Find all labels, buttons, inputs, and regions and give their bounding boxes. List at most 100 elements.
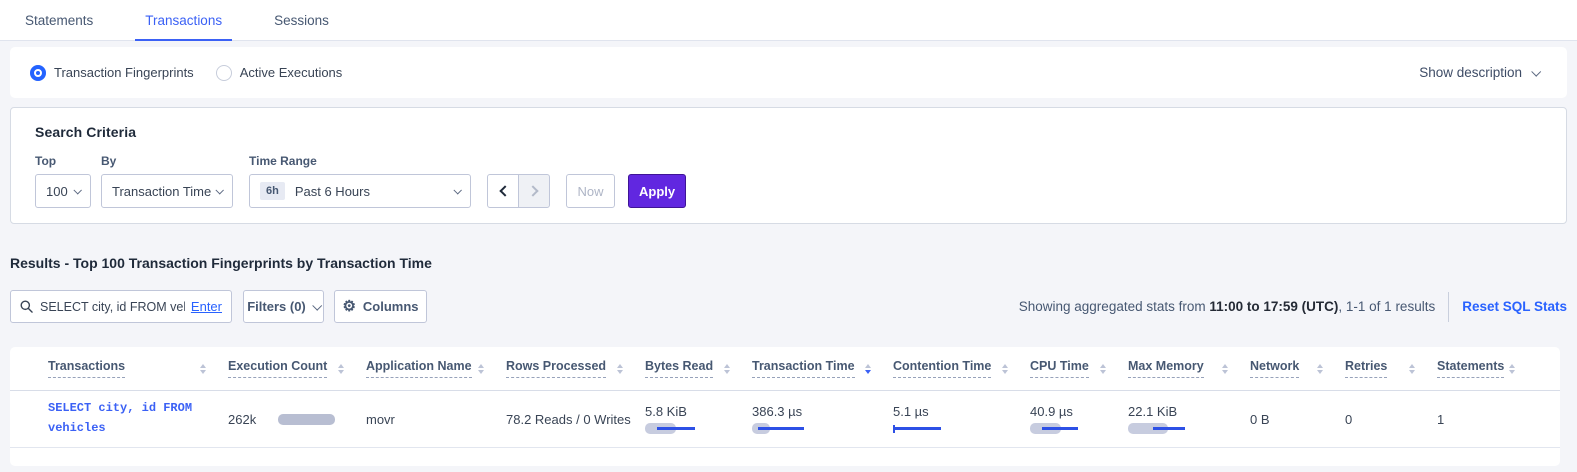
column-header-cpu_time[interactable]: CPU Time	[1030, 359, 1128, 378]
cell-transaction_time: 386.3 µs	[752, 404, 893, 435]
column-header-retries[interactable]: Retries	[1345, 359, 1437, 378]
column-header-bytes_read[interactable]: Bytes Read	[645, 359, 752, 378]
column-header-statements[interactable]: Statements	[1437, 359, 1537, 378]
column-header-label: Application Name	[366, 359, 472, 378]
radio-selected-icon	[30, 65, 46, 81]
search-enter-button[interactable]: Enter	[191, 299, 222, 314]
column-header-execution_count[interactable]: Execution Count	[228, 359, 366, 378]
cell-value: 0 B	[1250, 412, 1323, 427]
sort-icon[interactable]	[1317, 364, 1323, 374]
by-field: By Transaction Time	[101, 154, 233, 208]
sort-icon[interactable]	[200, 364, 206, 374]
column-header-contention_time[interactable]: Contention Time	[893, 359, 1030, 378]
transaction-fingerprint-link[interactable]: SELECT city, id FROMvehicles	[48, 399, 206, 439]
sort-icon[interactable]	[865, 364, 871, 374]
cell-value: 40.9 µs	[1030, 404, 1106, 419]
filters-button-label: Filters (0)	[247, 299, 306, 314]
sort-icon[interactable]	[1222, 364, 1228, 374]
cell-network: 0 B	[1250, 412, 1345, 427]
next-interval-button[interactable]	[518, 174, 550, 208]
sort-up-icon	[865, 364, 871, 368]
column-header-label: Transactions	[48, 359, 125, 378]
sort-up-icon	[617, 364, 623, 368]
sort-down-icon	[1409, 370, 1415, 374]
radio-active-executions[interactable]: Active Executions	[216, 65, 343, 81]
stddev-bar-chart	[893, 423, 1008, 435]
chevron-down-icon	[312, 301, 322, 311]
tab-sessions[interactable]: Sessions	[264, 0, 339, 40]
view-toggle-strip: Transaction Fingerprints Active Executio…	[10, 47, 1567, 98]
time-range-field: Time Range 6h Past 6 Hours	[249, 154, 471, 208]
cell-application_name: movr	[366, 412, 506, 427]
tab-transactions[interactable]: Transactions	[135, 0, 232, 40]
sort-up-icon	[724, 364, 730, 368]
top-label: Top	[35, 154, 91, 168]
sort-icon[interactable]	[478, 364, 484, 374]
column-header-application_name[interactable]: Application Name	[366, 359, 506, 378]
sort-icon[interactable]	[1100, 364, 1106, 374]
sort-icon[interactable]	[338, 364, 344, 374]
stddev-line	[893, 427, 941, 430]
columns-button-label: Columns	[363, 299, 419, 314]
divider	[1448, 292, 1449, 322]
cell-value: 78.2 Reads / 0 Writes	[506, 412, 623, 427]
sort-icon[interactable]	[724, 364, 730, 374]
by-select[interactable]: Transaction Time	[101, 174, 233, 208]
cell-contention_time: 5.1 µs	[893, 404, 1030, 435]
cell-value: 5.8 KiB	[645, 404, 730, 419]
time-range-select[interactable]: 6h Past 6 Hours	[249, 174, 471, 208]
column-header-max_memory[interactable]: Max Memory	[1128, 359, 1250, 378]
column-header-transactions[interactable]: Transactions	[48, 359, 228, 378]
apply-button[interactable]: Apply	[628, 174, 686, 208]
time-range-label: Time Range	[249, 154, 471, 168]
cell-bytes_read: 5.8 KiB	[645, 404, 752, 435]
sort-icon[interactable]	[617, 364, 623, 374]
sort-icon[interactable]	[1509, 364, 1515, 374]
radio-label: Active Executions	[240, 65, 343, 80]
chevron-right-icon	[527, 185, 538, 196]
stddev-bar-chart	[1128, 423, 1228, 435]
search-criteria-title: Search Criteria	[35, 124, 1542, 140]
sort-down-icon	[865, 370, 871, 374]
sort-down-icon	[338, 370, 344, 374]
show-description-toggle[interactable]: Show description	[1419, 65, 1539, 80]
radio-transaction-fingerprints[interactable]: Transaction Fingerprints	[30, 65, 194, 81]
column-header-network[interactable]: Network	[1250, 359, 1345, 378]
previous-interval-button[interactable]	[487, 174, 519, 208]
now-button[interactable]: Now	[566, 174, 615, 208]
by-select-value: Transaction Time	[112, 184, 211, 199]
sort-up-icon	[1222, 364, 1228, 368]
stddev-bar-chart	[1030, 423, 1106, 435]
sort-icon[interactable]	[1002, 364, 1008, 374]
chevron-down-icon	[453, 186, 461, 194]
stddev-line	[657, 427, 695, 430]
sort-icon[interactable]	[1409, 364, 1415, 374]
page-tabs: Statements Transactions Sessions	[0, 0, 1577, 41]
sort-up-icon	[200, 364, 206, 368]
by-label: By	[101, 154, 233, 168]
search-input[interactable]	[40, 300, 185, 314]
sort-up-icon	[338, 364, 344, 368]
sort-down-icon	[200, 370, 206, 374]
top-field: Top 100	[35, 154, 91, 208]
cell-execution_count: 262k	[228, 412, 366, 427]
radio-unselected-icon	[216, 65, 232, 81]
top-select[interactable]: 100	[35, 174, 91, 208]
column-header-rows_processed[interactable]: Rows Processed	[506, 359, 645, 378]
aggregated-stats-text: Showing aggregated stats from 11:00 to 1…	[1019, 299, 1435, 314]
search-box[interactable]: Enter	[10, 290, 232, 323]
tab-statements[interactable]: Statements	[15, 0, 103, 40]
sort-up-icon	[478, 364, 484, 368]
sort-up-icon	[1317, 364, 1323, 368]
stddev-line	[1042, 427, 1078, 430]
column-header-label: Retries	[1345, 359, 1387, 378]
reset-sql-stats-link[interactable]: Reset SQL Stats	[1462, 299, 1567, 314]
column-header-label: Rows Processed	[506, 359, 606, 378]
cell-value: 22.1 KiB	[1128, 404, 1228, 419]
sort-down-icon	[1317, 370, 1323, 374]
column-header-transaction_time[interactable]: Transaction Time	[752, 359, 893, 378]
search-criteria-card: Search Criteria Top 100 By Transaction T…	[10, 107, 1567, 224]
show-description-label: Show description	[1419, 65, 1522, 80]
filters-button[interactable]: Filters (0)	[243, 290, 324, 323]
columns-button[interactable]: ⚙ Columns	[334, 290, 427, 323]
